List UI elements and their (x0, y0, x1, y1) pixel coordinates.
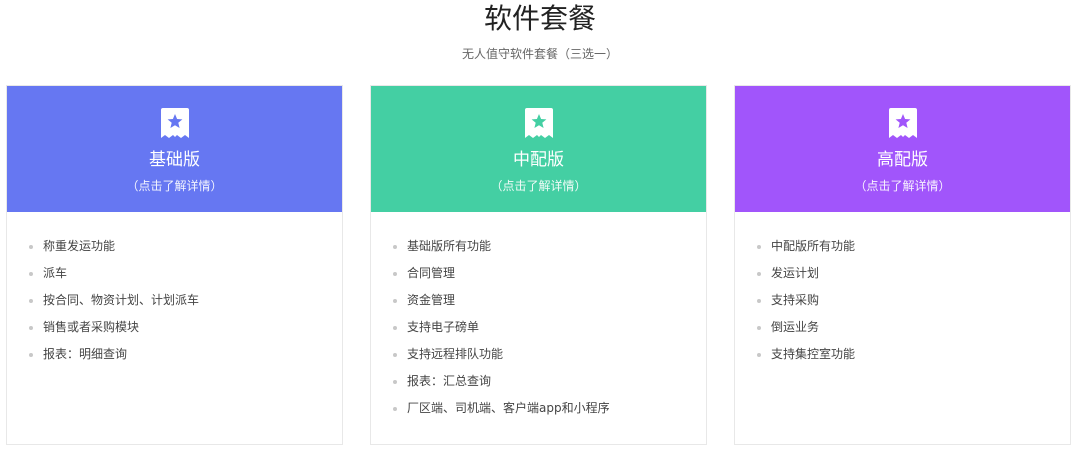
plan-details-link[interactable]: （点击了解详情） (735, 178, 1070, 194)
plan-details-link[interactable]: （点击了解详情） (371, 178, 706, 194)
plan-card-header[interactable]: 基础版 （点击了解详情） (7, 86, 342, 212)
star-badge-icon (160, 108, 189, 138)
plan-card-basic[interactable]: 基础版 （点击了解详情） 称重发运功能 派车 按合同、物资计划、计划派车 销售或者采购… (6, 85, 343, 445)
plan-details-link[interactable]: （点击了解详情） (7, 178, 342, 194)
feature-item: 支持电子磅单 (393, 314, 706, 341)
feature-item: 支持远程排队功能 (393, 341, 706, 368)
feature-item: 报表：明细查询 (29, 341, 342, 368)
feature-list: 中配版所有功能 发运计划 支持采购 倒运业务 支持集控室功能 (735, 212, 1070, 368)
plan-card-high[interactable]: 高配版 （点击了解详情） 中配版所有功能 发运计划 支持采购 倒运业务 支持集控室功能 (734, 85, 1071, 445)
feature-list: 基础版所有功能 合同管理 资金管理 支持电子磅单 支持远程排队功能 报表：汇总查询 厂区端、… (371, 212, 706, 422)
feature-item: 支持采购 (757, 287, 1070, 314)
plan-name: 高配版 (877, 150, 928, 170)
feature-item: 报表：汇总查询 (393, 368, 706, 395)
feature-item: 厂区端、司机端、客户端app和小程序 (393, 395, 706, 422)
plan-card-header[interactable]: 高配版 （点击了解详情） (735, 86, 1070, 212)
plan-card-mid[interactable]: 中配版 （点击了解详情） 基础版所有功能 合同管理 资金管理 支持电子磅单 支持远程排队… (370, 85, 707, 445)
page-header: 软件套餐 无人值守软件套餐（三选一） (0, 0, 1080, 62)
page-title: 软件套餐 (483, 2, 596, 35)
feature-item: 称重发运功能 (29, 233, 342, 260)
feature-item: 倒运业务 (757, 314, 1070, 341)
feature-item: 发运计划 (757, 260, 1070, 287)
star-badge-icon (524, 108, 553, 138)
feature-item: 支持集控室功能 (757, 341, 1070, 368)
feature-item: 资金管理 (393, 287, 706, 314)
feature-item: 基础版所有功能 (393, 233, 706, 260)
feature-item: 中配版所有功能 (757, 233, 1070, 260)
plan-name: 中配版 (513, 150, 564, 170)
feature-item: 派车 (29, 260, 342, 287)
feature-item: 销售或者采购模块 (29, 314, 342, 341)
page-subtitle: 无人值守软件套餐（三选一） (461, 47, 618, 61)
feature-item: 合同管理 (393, 260, 706, 287)
plan-name: 基础版 (149, 150, 200, 170)
feature-item: 按合同、物资计划、计划派车 (29, 287, 342, 314)
star-badge-icon (888, 108, 917, 138)
feature-list: 称重发运功能 派车 按合同、物资计划、计划派车 销售或者采购模块 报表：明细查询 (7, 212, 342, 368)
plan-card-header[interactable]: 中配版 （点击了解详情） (371, 86, 706, 212)
plan-cards: 基础版 （点击了解详情） 称重发运功能 派车 按合同、物资计划、计划派车 销售或者采购… (6, 85, 1071, 445)
